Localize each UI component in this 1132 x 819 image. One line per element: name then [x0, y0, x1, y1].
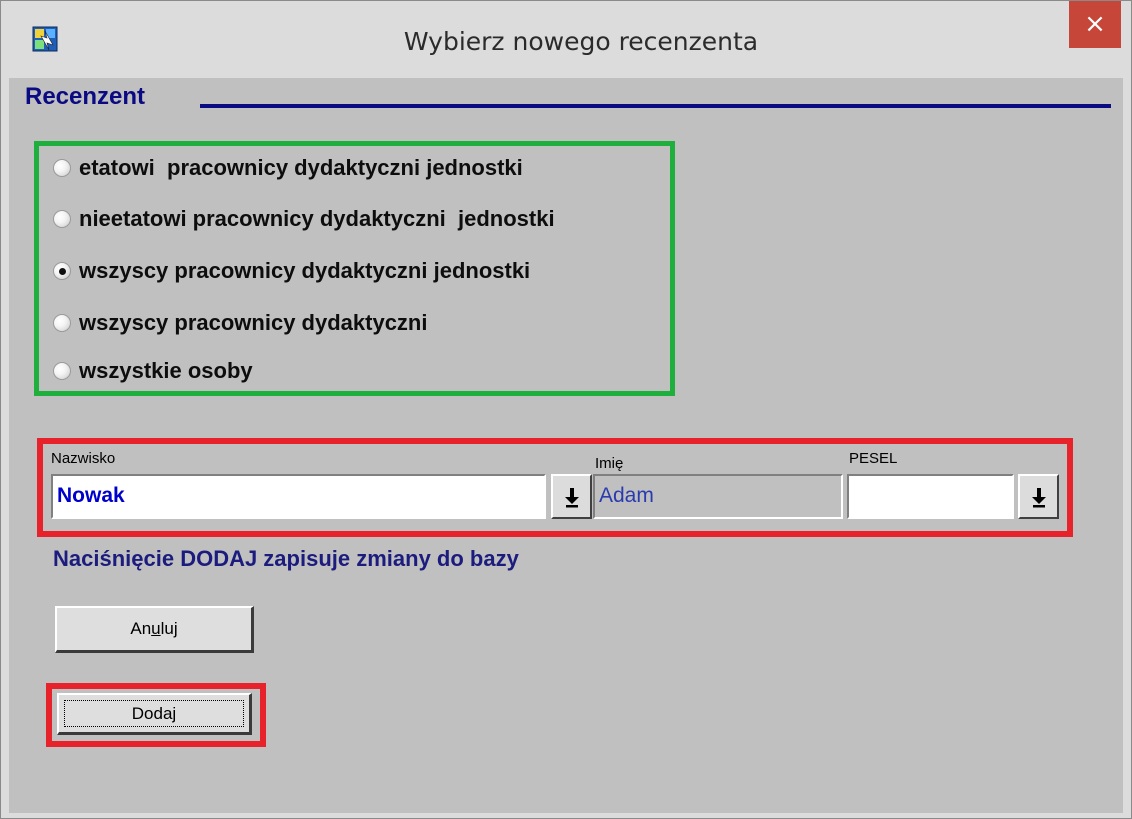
focus-indicator: [64, 700, 244, 727]
imie-label: Imię: [595, 455, 624, 472]
radio-option-label: wszyscy pracownicy dydaktyczni: [79, 310, 428, 335]
window-title: Wybierz nowego recenzenta: [403, 27, 759, 56]
radio-option-label: wszyscy pracownicy dydaktyczni jednostki: [79, 258, 531, 283]
pesel-label: PESEL: [849, 450, 898, 467]
radio-button-checked-icon[interactable]: [53, 262, 71, 280]
cancel-button[interactable]: Anuluj: [55, 606, 254, 653]
add-button[interactable]: Dodaj: [57, 693, 252, 735]
radio-option-wszyscy-jednostki[interactable]: wszyscy pracownicy dydaktyczni jednostki: [53, 256, 530, 286]
arrow-down-icon: [1031, 487, 1046, 507]
section-title: Recenzent: [25, 83, 146, 110]
radio-button-icon[interactable]: [53, 159, 71, 177]
radio-button-icon[interactable]: [53, 362, 71, 380]
arrow-down-icon: [564, 487, 579, 507]
close-button[interactable]: ×: [1069, 1, 1121, 48]
radio-option-etatowi[interactable]: etatowi pracownicy dydaktyczni jednostki: [53, 153, 523, 183]
radio-option-label: wszystkie osoby: [79, 358, 253, 383]
pesel-field[interactable]: [847, 474, 1014, 519]
dialog-window: Wybierz nowego recenzenta × Recenzent et…: [0, 0, 1132, 819]
info-message: Naciśnięcie DODAJ zapisuje zmiany do baz…: [53, 546, 519, 571]
radio-button-icon[interactable]: [53, 210, 71, 228]
title-bar[interactable]: Wybierz nowego recenzenta ×: [1, 1, 1131, 78]
close-icon: ×: [1084, 9, 1106, 39]
nazwisko-field[interactable]: Nowak: [51, 474, 546, 519]
radio-option-nieetatowi[interactable]: nieetatowi pracownicy dydaktyczni jednos…: [53, 204, 555, 234]
section-divider: [200, 104, 1111, 108]
radio-button-icon[interactable]: [53, 314, 71, 332]
imie-field: Adam: [593, 474, 843, 519]
cancel-button-label: Anuluj: [130, 619, 178, 638]
radio-option-label: etatowi pracownicy dydaktyczni jednostki: [79, 155, 523, 180]
nazwisko-dropdown-button[interactable]: [551, 474, 592, 519]
nazwisko-label: Nazwisko: [51, 450, 116, 467]
radio-option-wszyscy-dydaktyczni[interactable]: wszyscy pracownicy dydaktyczni: [53, 308, 428, 338]
pesel-dropdown-button[interactable]: [1018, 474, 1059, 519]
radio-option-wszystkie-osoby[interactable]: wszystkie osoby: [53, 356, 253, 386]
radio-option-label: nieetatowi pracownicy dydaktyczni jednos…: [79, 206, 555, 231]
